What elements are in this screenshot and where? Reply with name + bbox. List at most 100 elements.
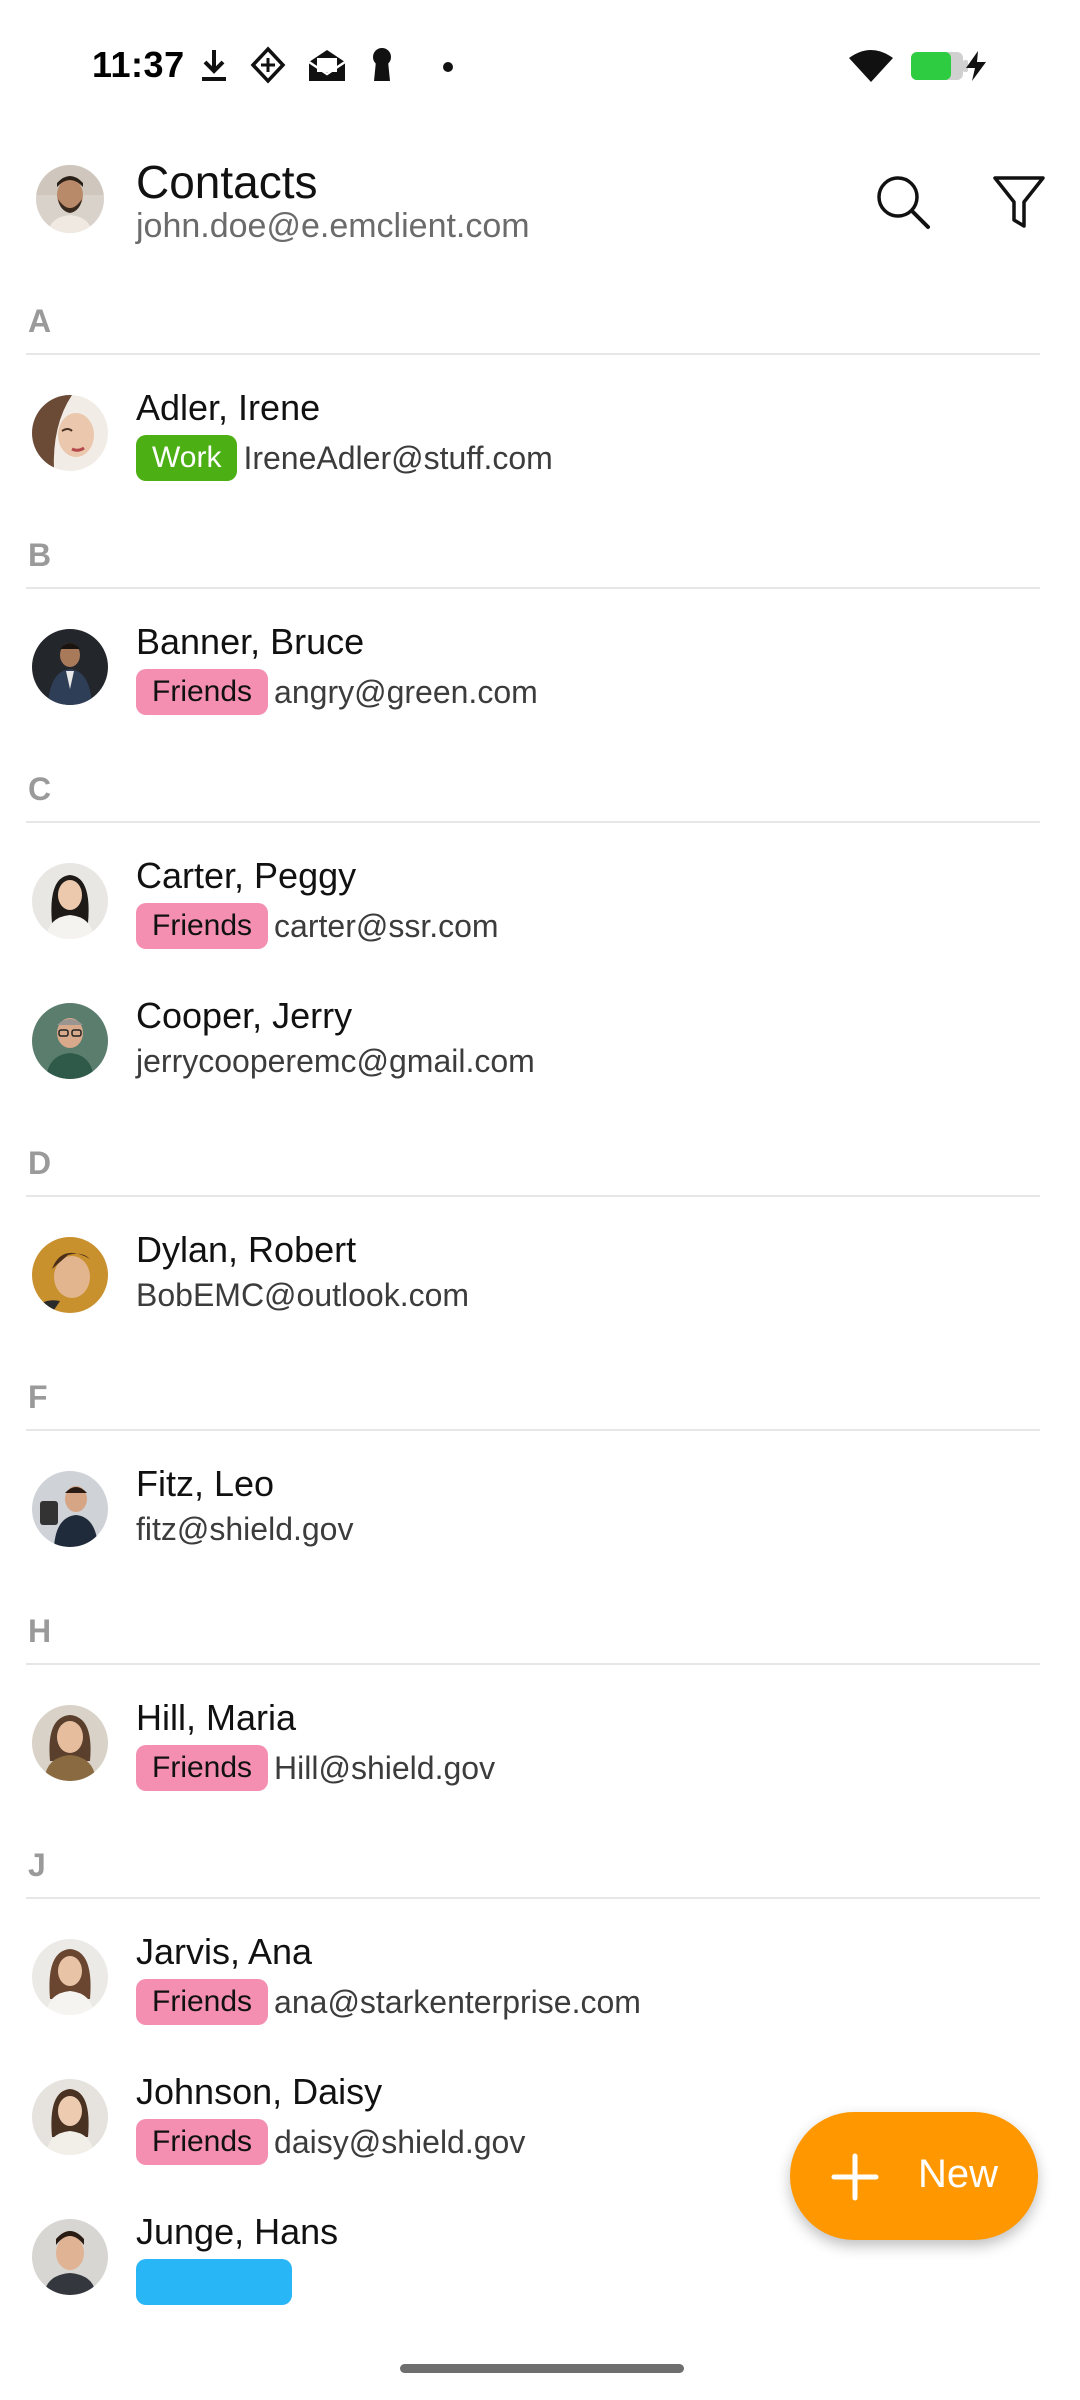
avatar-woman-icon xyxy=(32,2079,108,2155)
avatar-man-icon xyxy=(32,1237,108,1313)
avatar-woman-icon xyxy=(32,1705,108,1781)
category-tag xyxy=(136,2259,292,2305)
search-button[interactable] xyxy=(868,167,938,237)
section-header-b: B xyxy=(0,519,1080,589)
contact-name: Junge, Hans xyxy=(136,2211,339,2252)
section-letter: H xyxy=(28,1613,52,1649)
status-time: 11:37 xyxy=(92,44,185,85)
section-header-d: D xyxy=(0,1127,1080,1197)
section-letter: A xyxy=(28,303,52,339)
avatar-man-camera-icon xyxy=(32,1471,108,1547)
page-title: Contacts xyxy=(136,156,318,208)
contact-avatar xyxy=(32,1939,108,2015)
app-diamond-icon xyxy=(250,46,286,84)
filter-icon xyxy=(993,176,1045,228)
contact-email: angry@green.com xyxy=(274,673,538,710)
contact-details: Friends carter@ssr.com xyxy=(136,903,499,949)
contact-avatar xyxy=(32,395,108,471)
contact-avatar xyxy=(32,1003,108,1079)
contact-name: Johnson, Daisy xyxy=(136,2071,383,2112)
section-letter: F xyxy=(28,1379,48,1415)
filter-button[interactable] xyxy=(984,167,1054,237)
download-icon xyxy=(202,50,226,81)
app-header: Contacts john.doe@e.emclient.com xyxy=(0,135,1080,285)
section-letter: C xyxy=(28,771,52,807)
contact-name: Banner, Bruce xyxy=(136,621,365,662)
contact-details: Friends angry@green.com xyxy=(136,669,538,715)
contact-details: Friends Hill@shield.gov xyxy=(136,1745,495,1791)
section-header-f: F xyxy=(0,1361,1080,1431)
wifi-icon xyxy=(849,50,893,82)
avatar-man-icon xyxy=(32,2219,108,2295)
battery-icon xyxy=(911,52,968,80)
contact-row[interactable]: Cooper, Jerry jerrycooperemc@gmail.com xyxy=(0,963,1080,1103)
account-email: john.doe@e.emclient.com xyxy=(136,207,530,245)
avatar-woman-icon xyxy=(32,1939,108,2015)
section-letter: B xyxy=(28,537,52,573)
contact-name: Hill, Maria xyxy=(136,1697,297,1738)
contact-avatar xyxy=(32,2079,108,2155)
contact-email: carter@ssr.com xyxy=(274,907,499,944)
contact-avatar xyxy=(32,1471,108,1547)
new-button-label: New xyxy=(918,2152,999,2196)
contact-email: Hill@shield.gov xyxy=(274,1749,496,1786)
section-letter: D xyxy=(28,1145,52,1181)
mail-open-icon xyxy=(308,50,346,81)
section-header-j: J xyxy=(0,1829,1080,1899)
contact-name: Adler, Irene xyxy=(136,387,321,428)
contact-avatar xyxy=(32,2219,108,2295)
category-tag: Friends xyxy=(136,669,269,715)
contact-avatar xyxy=(32,863,108,939)
contact-details: Friends ana@starkenterprise.com xyxy=(136,1979,641,2025)
contact-row[interactable]: Hill, Maria Friends Hill@shield.gov xyxy=(0,1665,1080,1805)
section-header-h: H xyxy=(0,1595,1080,1665)
contact-email: ana@starkenterprise.com xyxy=(274,1983,641,2020)
plus-icon xyxy=(831,2153,879,2201)
contact-row[interactable]: Banner, Bruce Friends angry@green.com xyxy=(0,589,1080,729)
category-tag: Friends xyxy=(136,1745,269,1791)
contact-name: Fitz, Leo xyxy=(136,1463,275,1504)
contact-email: BobEMC@outlook.com xyxy=(136,1277,470,1313)
contacts-screen: 11:37 Contacts john.doe@e.emclient.com A… xyxy=(0,0,1080,2400)
avatar-man-suit-icon xyxy=(32,629,108,705)
home-indicator[interactable] xyxy=(400,2364,684,2373)
contact-email: fitz@shield.gov xyxy=(136,1511,354,1547)
contact-row[interactable]: Jarvis, Ana Friends ana@starkenterprise.… xyxy=(0,1899,1080,2039)
section-header-c: C xyxy=(0,753,1080,823)
category-tag: Friends xyxy=(136,2119,269,2165)
contact-name: Dylan, Robert xyxy=(136,1229,357,1270)
charging-bolt-icon xyxy=(966,51,986,81)
contact-name: Cooper, Jerry xyxy=(136,995,353,1036)
new-contact-button[interactable]: New xyxy=(790,2112,1038,2240)
contact-details: jerrycooperemc@gmail.com xyxy=(136,1043,535,1080)
contact-details xyxy=(136,2259,298,2305)
contact-email: IreneAdler@stuff.com xyxy=(243,439,553,476)
status-bar: 11:37 xyxy=(0,0,1080,135)
contact-avatar xyxy=(32,1237,108,1313)
section-header-a: A xyxy=(0,285,1080,355)
contact-row[interactable]: Carter, Peggy Friends carter@ssr.com xyxy=(0,823,1080,963)
contact-row[interactable]: Fitz, Leo fitz@shield.gov xyxy=(0,1431,1080,1571)
contact-list[interactable]: A Adler, Irene Work IreneAdler@stuff.com xyxy=(0,285,1080,2350)
contact-email: daisy@shield.gov xyxy=(274,2123,526,2160)
contact-avatar xyxy=(32,1705,108,1781)
avatar-man-glasses-icon xyxy=(32,1003,108,1079)
contact-details: Work IreneAdler@stuff.com xyxy=(136,435,553,481)
keyhole-icon xyxy=(373,48,391,81)
contact-row[interactable]: Adler, Irene Work IreneAdler@stuff.com xyxy=(0,355,1080,495)
category-tag: Friends xyxy=(136,903,269,949)
account-avatar[interactable] xyxy=(36,165,104,233)
contact-details: fitz@shield.gov xyxy=(136,1511,353,1548)
avatar-woman-icon xyxy=(32,395,108,471)
dot-icon xyxy=(443,62,453,72)
contact-name: Carter, Peggy xyxy=(136,855,357,896)
contact-details: Friends daisy@shield.gov xyxy=(136,2119,525,2165)
avatar-man-beard xyxy=(36,165,104,233)
avatar-woman-icon xyxy=(32,863,108,939)
contact-row[interactable]: Dylan, Robert BobEMC@outlook.com xyxy=(0,1197,1080,1337)
contact-name: Jarvis, Ana xyxy=(136,1931,313,1972)
contact-details: BobEMC@outlook.com xyxy=(136,1277,469,1314)
category-tag: Work xyxy=(136,435,238,481)
contact-avatar xyxy=(32,629,108,705)
contact-email: jerrycooperemc@gmail.com xyxy=(136,1043,535,1079)
